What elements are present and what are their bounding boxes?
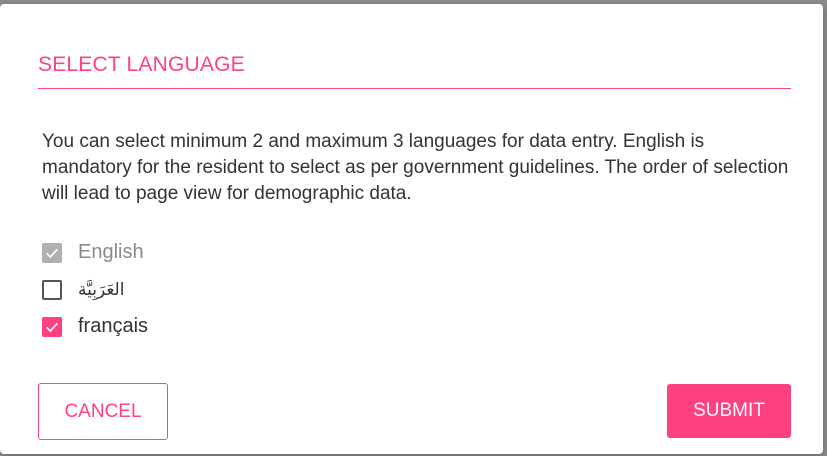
language-option-french[interactable]: français [42, 308, 148, 345]
french-checkbox[interactable] [42, 316, 62, 337]
arabic-label: العَرَبِيَّة [78, 279, 125, 300]
dialog-description: You can select minimum 2 and maximum 3 l… [42, 131, 789, 204]
cancel-button[interactable]: CANCEL [38, 383, 168, 440]
arabic-checkbox[interactable] [42, 279, 62, 300]
check-icon [46, 248, 58, 258]
french-label: français [78, 315, 149, 337]
language-option-english[interactable]: English [42, 234, 148, 271]
check-icon [46, 322, 58, 332]
english-label: English [78, 241, 144, 263]
dialog-title: SELECT LANGUAGE [38, 53, 245, 76]
title-divider [38, 88, 791, 89]
english-checkbox[interactable] [42, 242, 62, 263]
select-language-dialog: SELECT LANGUAGE You can select minimum 2… [0, 4, 823, 454]
language-list: English العَرَبِيَّة français [42, 234, 148, 345]
language-option-arabic[interactable]: العَرَبِيَّة [42, 271, 148, 308]
submit-button[interactable]: SUBMIT [667, 384, 791, 438]
